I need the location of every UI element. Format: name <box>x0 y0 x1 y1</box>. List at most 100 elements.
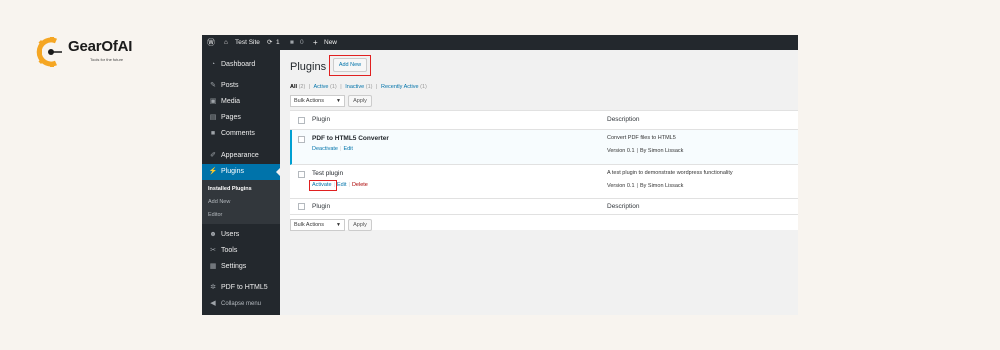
gear-icon: ✲ <box>210 284 216 291</box>
apply-button-bottom[interactable]: Apply <box>348 219 372 231</box>
column-description: Description <box>607 116 640 123</box>
collapse-icon: ◀ <box>210 300 216 307</box>
home-icon[interactable]: ⌂ <box>224 35 228 50</box>
settings-icon: ▦ <box>209 263 217 270</box>
column-plugin: Plugin <box>312 203 331 210</box>
page-title: Plugins <box>290 61 327 73</box>
menu-item-comments[interactable]: ■ Comments <box>202 126 280 142</box>
deactivate-link[interactable]: Deactivate <box>312 146 338 152</box>
menu-label: Settings <box>221 263 247 270</box>
plugin-version: Version 0.1 <box>607 183 635 189</box>
plugins-submenu: Installed Plugins Add New Editor <box>202 180 280 224</box>
brand-logo: GearOfAI Tools for the future <box>34 34 164 70</box>
plus-icon[interactable]: + <box>313 35 318 50</box>
submenu-editor[interactable]: Editor <box>208 212 222 218</box>
bulk-actions-select-top[interactable]: Bulk Actions ▼ <box>290 95 345 107</box>
gear-logo-icon <box>36 37 62 67</box>
filter-active-count: (1) <box>330 84 337 90</box>
pages-icon: ▤ <box>209 114 217 121</box>
plugin-name: PDF to HTML5 Converter <box>312 135 389 142</box>
menu-label: Appearance <box>221 152 259 159</box>
pin-icon: ✎ <box>210 82 216 89</box>
new-link[interactable]: New <box>324 35 337 50</box>
bulk-actions-select-bottom[interactable]: Bulk Actions ▼ <box>290 219 345 231</box>
filter-recently-active[interactable]: Recently Active <box>381 84 419 90</box>
bulk-actions-value: Bulk Actions <box>294 98 324 104</box>
plugin-version: Version 0.1 <box>607 148 635 154</box>
comments-count[interactable]: 0 <box>300 35 304 50</box>
menu-item-collapse[interactable]: ◀ Collapse menu <box>202 296 280 312</box>
brand-tagline: Tools for the future <box>90 57 124 62</box>
table-footer: Plugin Description <box>290 199 798 215</box>
apply-button-top[interactable]: Apply <box>348 95 372 107</box>
brand-name: GearOfAI <box>68 38 133 55</box>
filter-inactive[interactable]: Inactive <box>345 84 364 90</box>
menu-label: Comments <box>221 130 255 137</box>
select-all-checkbox[interactable] <box>298 117 305 124</box>
menu-label: Plugins <box>221 168 244 175</box>
submenu-add-new[interactable]: Add New <box>208 199 230 205</box>
site-name-link[interactable]: Test Site <box>235 35 260 50</box>
plugin-author: By Simon Lissack <box>639 183 684 189</box>
admin-bar: Ⓦ ⌂ Test Site ⟳ 1 ■ 0 + New <box>202 35 798 50</box>
menu-item-dashboard[interactable]: ◔ Dashboard <box>202 57 280 73</box>
wrench-icon: ✂ <box>210 247 216 254</box>
menu-item-plugins[interactable]: ⚡ Plugins <box>202 164 280 180</box>
table-row: Test plugin Activate | Edit | Delete A test … <box>290 165 798 199</box>
column-plugin: Plugin <box>312 116 331 123</box>
column-description: Description <box>607 203 640 210</box>
table-row: PDF to HTML5 Converter Deactivate | Edit C… <box>290 130 798 165</box>
admin-menu: ◔ Dashboard ✎ Posts ▣ Media ▤ Pages ■ Co… <box>202 50 280 315</box>
filter-active[interactable]: Active <box>314 84 329 90</box>
filter-all-count: (2) <box>298 84 306 90</box>
plugin-meta: Version 0.1 | By Simon Lissack <box>607 183 684 189</box>
delete-link[interactable]: Delete <box>352 182 368 188</box>
menu-item-appearance[interactable]: ✐ Appearance <box>202 148 280 164</box>
highlight-box <box>329 55 371 76</box>
menu-label: Media <box>221 98 241 105</box>
dashboard-icon: ◔ <box>210 61 216 68</box>
filter-all[interactable]: All <box>290 84 297 90</box>
comment-icon: ■ <box>210 130 216 137</box>
edit-link[interactable]: Edit <box>337 182 346 188</box>
media-icon: ▣ <box>209 98 217 105</box>
plug-icon: ⚡ <box>208 168 218 175</box>
updates-icon[interactable]: ⟳ <box>267 35 272 50</box>
menu-label: Pages <box>221 114 241 121</box>
edit-link[interactable]: Edit <box>343 146 352 152</box>
menu-item-pages[interactable]: ▤ Pages <box>202 110 280 126</box>
comment-icon[interactable]: ■ <box>290 35 294 50</box>
table-header: Plugin Description <box>290 111 798 130</box>
menu-label: Tools <box>221 247 238 254</box>
plugin-description: A test plugin to demonstrate wordpress f… <box>607 170 733 176</box>
plugin-actions: Deactivate | Edit <box>312 146 353 152</box>
plugin-filters: All (2) | Active (1) | Inactive (1) | Re… <box>290 84 427 90</box>
users-icon: ☻ <box>209 231 217 238</box>
menu-label: PDF to HTML5 <box>221 284 268 291</box>
submenu-installed-plugins[interactable]: Installed Plugins <box>208 186 252 192</box>
filter-inactive-count: (1) <box>365 84 373 90</box>
wordpress-icon[interactable]: Ⓦ <box>207 35 215 50</box>
highlight-box <box>309 180 337 191</box>
updates-count[interactable]: 1 <box>276 35 280 50</box>
select-all-checkbox[interactable] <box>298 203 305 210</box>
filter-recent-count: (1) <box>420 84 427 90</box>
menu-label: Posts <box>221 82 239 89</box>
row-checkbox[interactable] <box>298 171 305 178</box>
dropdown-arrow-icon: ▼ <box>336 98 341 104</box>
menu-item-posts[interactable]: ✎ Posts <box>202 78 280 94</box>
menu-label: Dashboard <box>221 61 256 68</box>
menu-item-settings[interactable]: ▦ Settings <box>202 259 280 275</box>
menu-label: Collapse menu <box>221 301 262 307</box>
wordpress-screenshot: Ⓦ ⌂ Test Site ⟳ 1 ■ 0 + New ◔ Dashboard … <box>202 35 798 315</box>
plugin-author: By Simon Lissack <box>639 148 684 154</box>
plugins-table: Plugin Description PDF to HTML5 Converte… <box>290 110 798 230</box>
plugin-description: Convert PDF files to HTML5 <box>607 135 676 141</box>
menu-item-tools[interactable]: ✂ Tools <box>202 243 280 259</box>
menu-item-pdf-to-html5[interactable]: ✲ PDF to HTML5 <box>202 280 280 296</box>
main-content: Plugins Add New All (2) | Active (1) | I… <box>280 50 798 315</box>
bulk-actions-value: Bulk Actions <box>294 222 324 228</box>
row-checkbox[interactable] <box>298 136 305 143</box>
menu-item-users[interactable]: ☻ Users <box>202 227 280 243</box>
menu-item-media[interactable]: ▣ Media <box>202 94 280 110</box>
